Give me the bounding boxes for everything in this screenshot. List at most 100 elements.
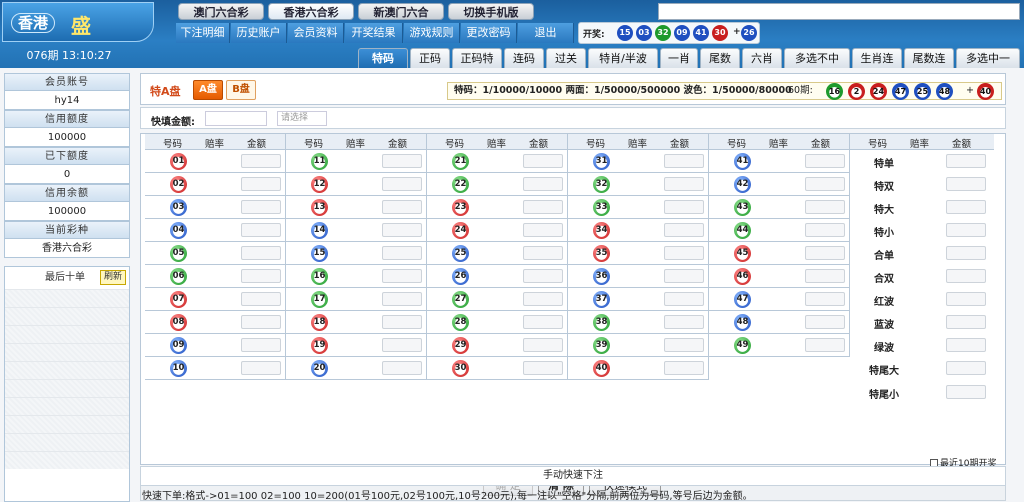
number-ball[interactable]: 42 <box>734 176 751 193</box>
number-ball[interactable]: 15 <box>311 245 328 262</box>
lottery-tab-macau[interactable]: 澳门六合彩 <box>178 3 264 20</box>
number-ball[interactable]: 26 <box>452 268 469 285</box>
bet-tab-special[interactable]: 特码 <box>358 48 408 68</box>
amount-input[interactable] <box>946 338 986 352</box>
nav-draw-results[interactable]: 开奖结果 <box>345 23 403 43</box>
number-ball[interactable]: 36 <box>593 268 610 285</box>
number-ball[interactable]: 21 <box>452 153 469 170</box>
amount-input[interactable] <box>664 177 704 191</box>
number-ball[interactable]: 04 <box>170 222 187 239</box>
number-ball[interactable]: 02 <box>170 176 187 193</box>
number-ball[interactable]: 18 <box>311 314 328 331</box>
panel-a-button[interactable]: A盘 <box>193 80 223 100</box>
amount-input[interactable] <box>664 200 704 214</box>
bet-tab-multi-hit[interactable]: 多选中一 <box>956 48 1020 68</box>
number-ball[interactable]: 41 <box>734 153 751 170</box>
amount-input[interactable] <box>805 292 845 306</box>
amount-input[interactable] <box>382 246 422 260</box>
amount-input[interactable] <box>523 246 563 260</box>
number-ball[interactable]: 22 <box>452 176 469 193</box>
number-ball[interactable]: 27 <box>452 291 469 308</box>
amount-input[interactable] <box>664 269 704 283</box>
nav-change-password[interactable]: 更改密码 <box>461 23 517 43</box>
amount-input[interactable] <box>664 154 704 168</box>
lottery-tab-new-macau[interactable]: 新澳门六合 <box>358 3 444 20</box>
bet-tab-tail[interactable]: 尾数 <box>700 48 740 68</box>
amount-input[interactable] <box>523 315 563 329</box>
amount-input[interactable] <box>382 200 422 214</box>
number-ball[interactable]: 43 <box>734 199 751 216</box>
amount-input[interactable] <box>523 338 563 352</box>
amount-input[interactable] <box>523 269 563 283</box>
number-ball[interactable]: 31 <box>593 153 610 170</box>
number-ball[interactable]: 32 <box>593 176 610 193</box>
nav-member-info[interactable]: 会员资料 <box>288 23 344 43</box>
number-ball[interactable]: 19 <box>311 337 328 354</box>
number-ball[interactable]: 48 <box>734 314 751 331</box>
amount-input[interactable] <box>664 315 704 329</box>
number-ball[interactable]: 01 <box>170 153 187 170</box>
amount-input[interactable] <box>241 338 281 352</box>
amount-input[interactable] <box>946 315 986 329</box>
amount-input[interactable] <box>523 177 563 191</box>
bet-tab-six-zodiac[interactable]: 六肖 <box>742 48 782 68</box>
amount-input[interactable] <box>805 338 845 352</box>
number-ball[interactable]: 35 <box>593 245 610 262</box>
nav-history-account[interactable]: 历史账户 <box>231 23 287 43</box>
number-ball[interactable]: 45 <box>734 245 751 262</box>
number-ball[interactable]: 38 <box>593 314 610 331</box>
number-ball[interactable]: 09 <box>170 337 187 354</box>
amount-input[interactable] <box>241 292 281 306</box>
amount-input[interactable] <box>946 292 986 306</box>
amount-input[interactable] <box>241 315 281 329</box>
number-ball[interactable]: 16 <box>311 268 328 285</box>
amount-input[interactable] <box>664 338 704 352</box>
amount-input[interactable] <box>382 269 422 283</box>
bet-tab-linked[interactable]: 连码 <box>504 48 544 68</box>
site-logo[interactable]: 香港 盛 <box>2 2 154 42</box>
amount-input[interactable] <box>523 361 563 375</box>
number-ball[interactable]: 25 <box>452 245 469 262</box>
bet-tab-zodiac-chain[interactable]: 生肖连 <box>852 48 902 68</box>
amount-input[interactable] <box>664 292 704 306</box>
amount-input[interactable] <box>946 200 986 214</box>
lottery-tab-hongkong[interactable]: 香港六合彩 <box>268 3 354 20</box>
quick-amount-input[interactable] <box>205 111 267 126</box>
amount-input[interactable] <box>805 246 845 260</box>
amount-input[interactable] <box>241 200 281 214</box>
number-ball[interactable]: 05 <box>170 245 187 262</box>
nav-logout[interactable]: 退出 <box>518 23 574 43</box>
amount-input[interactable] <box>805 223 845 237</box>
amount-input[interactable] <box>946 177 986 191</box>
number-ball[interactable]: 39 <box>593 337 610 354</box>
amount-input[interactable] <box>805 200 845 214</box>
number-ball[interactable]: 23 <box>452 199 469 216</box>
amount-input[interactable] <box>946 361 986 375</box>
bet-tab-zodiac-half[interactable]: 特肖/半波 <box>588 48 658 68</box>
number-ball[interactable]: 10 <box>170 360 187 377</box>
bet-tab-parlay[interactable]: 过关 <box>546 48 586 68</box>
panel-b-button[interactable]: B盘 <box>226 80 256 100</box>
switch-mobile-tab[interactable]: 切换手机版 <box>448 3 534 20</box>
refresh-button[interactable]: 刷新 <box>100 270 127 285</box>
amount-input[interactable] <box>382 315 422 329</box>
number-ball[interactable]: 44 <box>734 222 751 239</box>
number-ball[interactable]: 33 <box>593 199 610 216</box>
amount-input[interactable] <box>241 154 281 168</box>
amount-input[interactable] <box>805 269 845 283</box>
number-ball[interactable]: 17 <box>311 291 328 308</box>
number-ball[interactable]: 06 <box>170 268 187 285</box>
number-ball[interactable]: 08 <box>170 314 187 331</box>
quick-preset-select[interactable]: 请选择 <box>277 111 327 126</box>
amount-input[interactable] <box>805 315 845 329</box>
amount-input[interactable] <box>664 223 704 237</box>
amount-input[interactable] <box>241 269 281 283</box>
amount-input[interactable] <box>382 223 422 237</box>
number-ball[interactable]: 12 <box>311 176 328 193</box>
amount-input[interactable] <box>664 361 704 375</box>
number-ball[interactable]: 46 <box>734 268 751 285</box>
number-ball[interactable]: 28 <box>452 314 469 331</box>
bet-tab-regular-special[interactable]: 正码特 <box>452 48 502 68</box>
number-ball[interactable]: 11 <box>311 153 328 170</box>
amount-input[interactable] <box>664 246 704 260</box>
